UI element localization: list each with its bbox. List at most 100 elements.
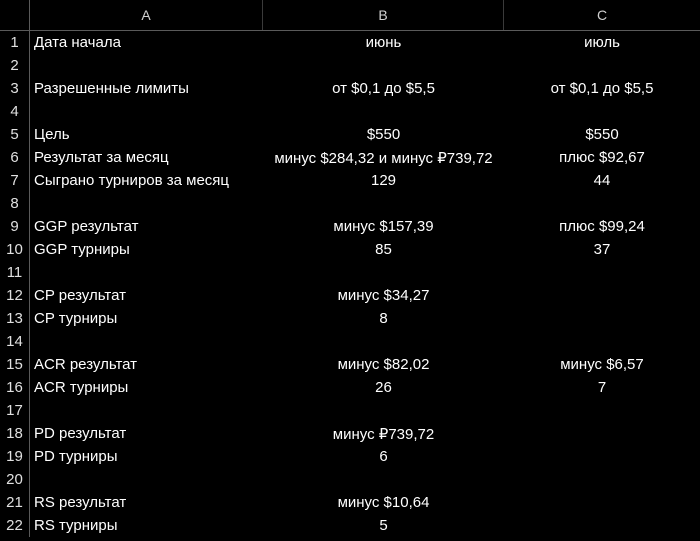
cell-c[interactable] <box>504 491 700 514</box>
row-header[interactable]: 2 <box>0 54 30 77</box>
row-header[interactable]: 22 <box>0 514 30 537</box>
cell-a[interactable]: Результат за месяц <box>30 146 263 169</box>
row-header[interactable]: 11 <box>0 261 30 284</box>
row-header[interactable]: 13 <box>0 307 30 330</box>
row-header[interactable]: 4 <box>0 100 30 123</box>
column-header-b[interactable]: B <box>263 0 504 30</box>
cell-a[interactable]: Дата начала <box>30 31 263 54</box>
cell-c[interactable] <box>504 192 700 215</box>
sheet-row: 17 <box>0 399 700 422</box>
cell-b[interactable]: минус $10,64 <box>263 491 504 514</box>
row-header[interactable]: 18 <box>0 422 30 445</box>
cell-c[interactable] <box>504 307 700 330</box>
cell-c[interactable]: плюс $99,24 <box>504 215 700 238</box>
cell-b[interactable]: 8 <box>263 307 504 330</box>
cell-a[interactable]: GGP результат <box>30 215 263 238</box>
cell-a[interactable]: CP турниры <box>30 307 263 330</box>
row-header[interactable]: 17 <box>0 399 30 422</box>
cell-b[interactable] <box>263 468 504 491</box>
sheet-row: 11 <box>0 261 700 284</box>
cell-a[interactable]: Цель <box>30 123 263 146</box>
row-header[interactable]: 9 <box>0 215 30 238</box>
cell-a[interactable]: RS результат <box>30 491 263 514</box>
sheet-row: 7 Сыграно турниров за месяц 129 44 <box>0 169 700 192</box>
cell-c[interactable]: $550 <box>504 123 700 146</box>
row-header[interactable]: 7 <box>0 169 30 192</box>
cell-c[interactable]: 7 <box>504 376 700 399</box>
column-header-row: A B C <box>0 0 700 31</box>
cell-b[interactable] <box>263 261 504 284</box>
cell-a[interactable] <box>30 100 263 123</box>
row-header[interactable]: 14 <box>0 330 30 353</box>
cell-a[interactable] <box>30 192 263 215</box>
cell-b[interactable]: 6 <box>263 445 504 468</box>
row-header[interactable]: 3 <box>0 77 30 100</box>
cell-c[interactable] <box>504 284 700 307</box>
cell-b[interactable]: минус $34,27 <box>263 284 504 307</box>
cell-b[interactable]: 85 <box>263 238 504 261</box>
cell-c[interactable] <box>504 100 700 123</box>
cell-c[interactable] <box>504 261 700 284</box>
cell-b[interactable]: 5 <box>263 514 504 537</box>
cell-b[interactable] <box>263 330 504 353</box>
cell-b[interactable] <box>263 54 504 77</box>
row-header[interactable]: 1 <box>0 31 30 54</box>
cell-a[interactable] <box>30 468 263 491</box>
cell-c[interactable]: июль <box>504 31 700 54</box>
cell-b[interactable] <box>263 399 504 422</box>
row-header[interactable]: 8 <box>0 192 30 215</box>
cell-a[interactable]: ACR турниры <box>30 376 263 399</box>
cell-a[interactable]: Разрешенные лимиты <box>30 77 263 100</box>
cell-b[interactable] <box>263 100 504 123</box>
row-header[interactable]: 20 <box>0 468 30 491</box>
cell-a[interactable] <box>30 54 263 77</box>
row-header[interactable]: 10 <box>0 238 30 261</box>
column-header-c[interactable]: C <box>504 0 700 30</box>
cell-a[interactable]: RS турниры <box>30 514 263 537</box>
cell-b[interactable]: минус $284,32 и минус ₽739,72 <box>263 146 504 169</box>
cell-a[interactable]: CP результат <box>30 284 263 307</box>
cell-b[interactable]: 129 <box>263 169 504 192</box>
row-header[interactable]: 12 <box>0 284 30 307</box>
cell-a[interactable]: PD результат <box>30 422 263 445</box>
cell-a[interactable] <box>30 399 263 422</box>
sheet-row: 9 GGP результат минус $157,39 плюс $99,24 <box>0 215 700 238</box>
cell-b[interactable]: июнь <box>263 31 504 54</box>
row-header[interactable]: 5 <box>0 123 30 146</box>
cell-b[interactable] <box>263 192 504 215</box>
select-all-corner[interactable] <box>0 0 30 30</box>
row-header[interactable]: 19 <box>0 445 30 468</box>
cell-a[interactable]: Сыграно турниров за месяц <box>30 169 263 192</box>
row-header[interactable]: 15 <box>0 353 30 376</box>
cell-c[interactable]: 44 <box>504 169 700 192</box>
cell-a[interactable]: PD турниры <box>30 445 263 468</box>
sheet-row: 14 <box>0 330 700 353</box>
cell-a[interactable] <box>30 261 263 284</box>
cell-a[interactable]: ACR результат <box>30 353 263 376</box>
cell-a[interactable] <box>30 330 263 353</box>
cell-b[interactable]: минус $157,39 <box>263 215 504 238</box>
cell-c[interactable]: от $0,1 до $5,5 <box>504 77 700 100</box>
sheet-row: 8 <box>0 192 700 215</box>
row-header[interactable]: 16 <box>0 376 30 399</box>
cell-a[interactable]: GGP турниры <box>30 238 263 261</box>
cell-b[interactable]: от $0,1 до $5,5 <box>263 77 504 100</box>
cell-b[interactable]: минус $82,02 <box>263 353 504 376</box>
cell-c[interactable] <box>504 422 700 445</box>
cell-c[interactable]: 37 <box>504 238 700 261</box>
cell-c[interactable]: плюс $92,67 <box>504 146 700 169</box>
cell-b[interactable]: 26 <box>263 376 504 399</box>
cell-b[interactable]: минус ₽739,72 <box>263 422 504 445</box>
cell-c[interactable] <box>504 54 700 77</box>
sheet-row: 18 PD результат минус ₽739,72 <box>0 422 700 445</box>
cell-c[interactable] <box>504 514 700 537</box>
cell-c[interactable] <box>504 399 700 422</box>
cell-c[interactable] <box>504 330 700 353</box>
cell-c[interactable] <box>504 468 700 491</box>
column-header-a[interactable]: A <box>30 0 263 30</box>
cell-c[interactable] <box>504 445 700 468</box>
cell-c[interactable]: минус $6,57 <box>504 353 700 376</box>
row-header[interactable]: 6 <box>0 146 30 169</box>
cell-b[interactable]: $550 <box>263 123 504 146</box>
row-header[interactable]: 21 <box>0 491 30 514</box>
